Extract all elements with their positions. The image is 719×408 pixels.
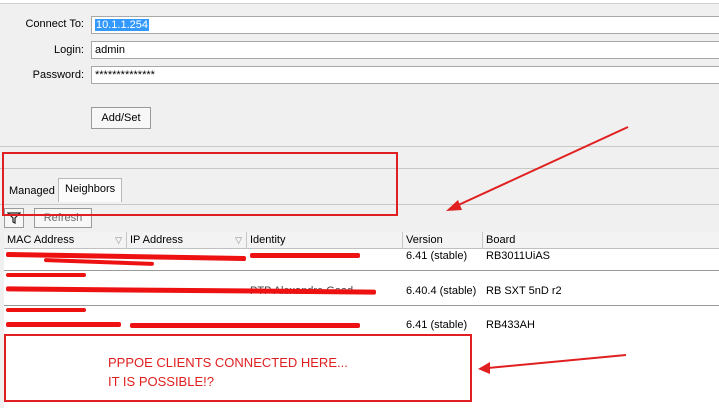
arrow-head [478,362,490,374]
annotation-text-line2: IT IS POSSIBLE!? [108,374,214,389]
arrow-head [446,200,462,211]
arrow-line [487,354,627,369]
annotation-text-line1: PPPOE CLIENTS CONNECTED HERE... [108,355,348,370]
arrow-line [453,126,629,208]
